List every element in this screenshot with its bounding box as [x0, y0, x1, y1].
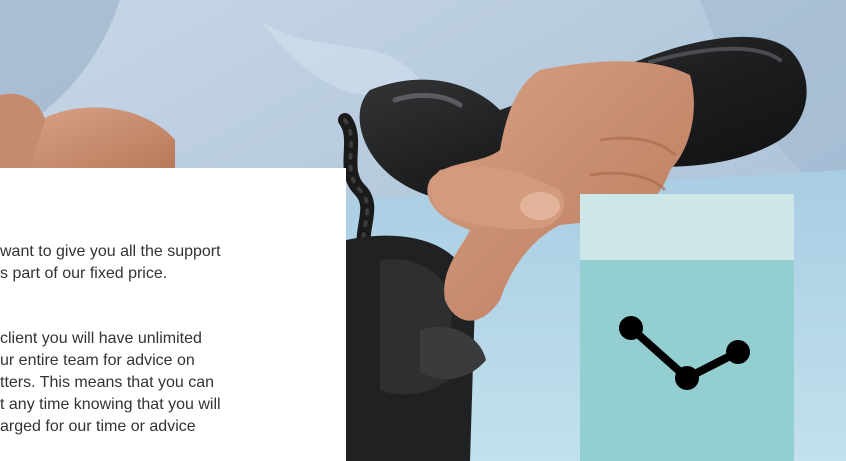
details-line-4: t any time knowing that you will [0, 396, 221, 413]
intro-line-2: s part of our fixed price. [0, 265, 168, 282]
details-line-1: client you will have unlimited [0, 330, 202, 347]
details-line-5: arged for our time or advice [0, 418, 196, 435]
details-paragraph: client you will have unlimited ur entire… [0, 328, 221, 438]
feature-card-header [580, 194, 794, 260]
details-line-3: tters. This means that you can [0, 374, 215, 391]
hero-section: want to give you all the support s part … [0, 0, 846, 461]
feature-card-body [580, 260, 794, 461]
intro-paragraph: want to give you all the support s part … [0, 241, 221, 285]
content-panel: want to give you all the support s part … [0, 168, 346, 461]
feature-card [580, 194, 794, 461]
intro-line-1: want to give you all the support [0, 243, 221, 260]
trend-line-icon [619, 316, 750, 390]
details-line-2: ur entire team for advice on [0, 352, 195, 369]
